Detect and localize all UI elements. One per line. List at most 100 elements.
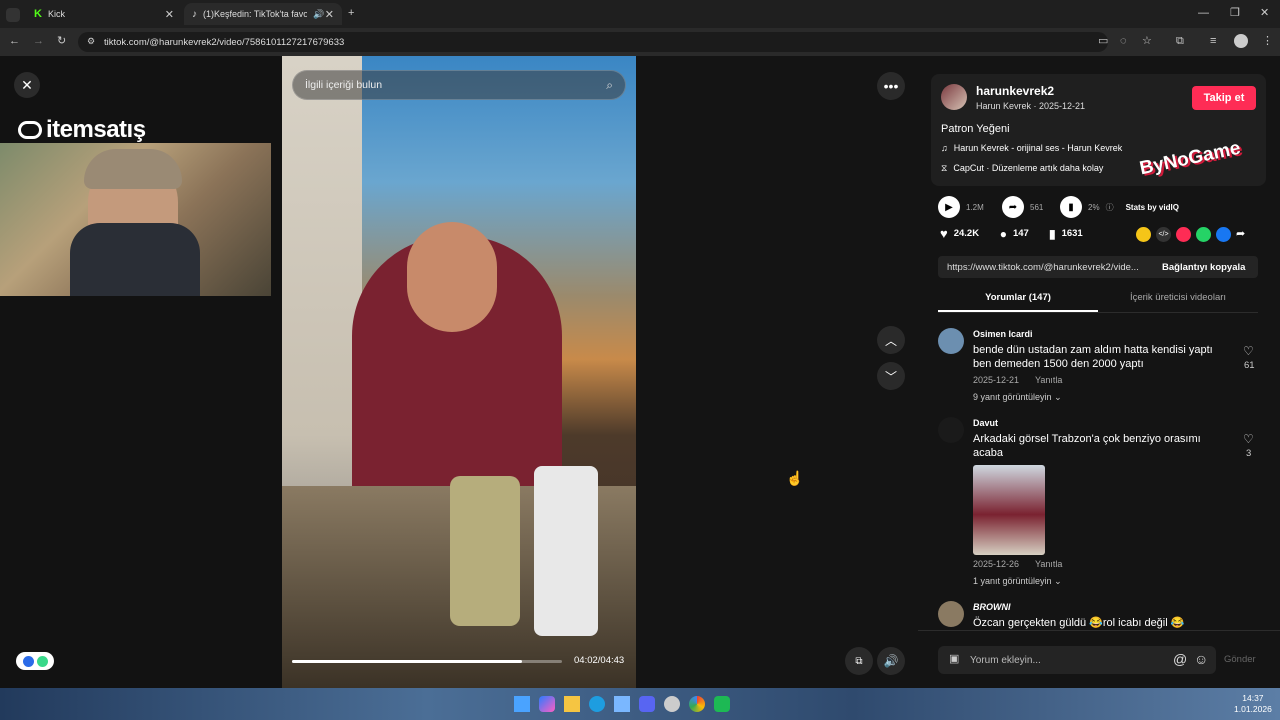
emoji-icon[interactable]: ☺ <box>1194 652 1208 666</box>
reply-button[interactable]: Yanıtla <box>1035 375 1062 385</box>
vidiq-rate: 2% <box>1088 202 1100 212</box>
eye-off-icon[interactable]: ◌ <box>1120 36 1127 47</box>
send-comment-button[interactable]: Gönder <box>1224 654 1256 665</box>
forward-icon[interactable]: → <box>33 36 44 47</box>
capcut-link[interactable]: ⧖ CapCut · Düzenleme artık daha kolay <box>941 163 1103 174</box>
stats-icon[interactable]: ▮ <box>1060 196 1082 218</box>
embed-icon[interactable]: </> <box>1156 227 1171 242</box>
music-link[interactable]: ♫ Harun Kevrek - orijinal ses - Harun Ke… <box>941 143 1122 153</box>
tab-search-icon[interactable] <box>6 8 20 22</box>
search-icon[interactable]: ⌕ <box>606 79 613 91</box>
forward-share-icon[interactable]: ➦ <box>1236 227 1245 242</box>
tab-comments[interactable]: Yorumlar (147) <box>938 292 1098 303</box>
heart-icon[interactable]: ♥ <box>940 226 948 241</box>
speaker-icon[interactable]: 🔊 <box>313 9 324 20</box>
minimize-icon[interactable]: — <box>1198 8 1209 19</box>
tiktok-icon: ♪ <box>192 8 197 20</box>
close-icon[interactable]: ✕ <box>325 8 334 21</box>
cursor-icon: ☝ <box>786 470 804 486</box>
chrome-icon[interactable] <box>689 696 705 712</box>
avatar[interactable] <box>938 328 964 354</box>
store-icon[interactable] <box>614 696 630 712</box>
restore-icon[interactable]: ❐ <box>1230 8 1240 19</box>
cast-icon[interactable]: ▭ <box>1098 36 1108 47</box>
taskbar: 14:37 1.01.2026 <box>0 688 1280 720</box>
share-icon[interactable]: ➦ <box>1002 196 1024 218</box>
url-field[interactable]: ⚙ tiktok.com/@harunkevrek2/video/7586101… <box>78 32 1108 52</box>
media-icon[interactable]: ≡ <box>1210 36 1216 47</box>
brand-logo: itemsatış <box>18 116 146 144</box>
extension-badge[interactable] <box>16 652 54 670</box>
volume-icon[interactable]: 🔊 <box>877 647 905 675</box>
comment-icon[interactable]: ● <box>1000 227 1007 241</box>
comment-line: acaba <box>973 447 1003 459</box>
avatar[interactable] <box>938 601 964 627</box>
video-player[interactable]: İlgili içeriği bulun ⌕ 04:02/04:43 <box>282 56 636 688</box>
coin-icon[interactable] <box>1136 227 1151 242</box>
comment-user[interactable]: BROWNI <box>973 602 1011 612</box>
comment-like-icon[interactable]: ♡ <box>1243 344 1254 358</box>
avatar[interactable] <box>941 84 967 110</box>
send-icon[interactable] <box>1176 227 1191 242</box>
left-column: ✕ itemsatış <box>0 56 282 688</box>
chevron-down-icon[interactable]: ﹀ <box>877 362 905 390</box>
chevron-up-icon[interactable]: ︿ <box>877 326 905 354</box>
thermos <box>450 476 520 626</box>
sticker-icon[interactable]: ▣ <box>949 654 959 665</box>
window-close-icon[interactable]: ✕ <box>1260 8 1269 19</box>
windows-start-icon[interactable] <box>514 696 530 712</box>
clock[interactable]: 14:37 1.01.2026 <box>1234 693 1272 715</box>
video-nav-area: ••• ︿ ﹀ ☝ ⧉ 🔊 <box>636 56 918 688</box>
comment-user[interactable]: Davut <box>973 418 998 428</box>
comment-image[interactable] <box>973 465 1045 555</box>
url-text: tiktok.com/@harunkevrek2/video/758610112… <box>104 36 345 48</box>
clock-time: 14:37 <box>1242 693 1264 703</box>
edge-icon[interactable] <box>589 696 605 712</box>
avatar[interactable] <box>938 417 964 443</box>
view-replies[interactable]: 1 yanıt görüntüleyin ⌄ <box>973 576 1062 587</box>
author-username[interactable]: harunkevrek2 <box>976 84 1054 98</box>
close-icon[interactable]: ✕ <box>14 72 40 98</box>
profile-avatar[interactable] <box>1234 34 1248 48</box>
whatsapp-icon[interactable] <box>1196 227 1211 242</box>
comment-user[interactable]: Osimen Icardi <box>973 329 1033 339</box>
menu-icon[interactable]: ⋮ <box>1262 36 1273 47</box>
comment-input[interactable]: ▣ Yorum ekleyin... @ ☺ <box>938 646 1216 674</box>
explorer-icon[interactable] <box>564 696 580 712</box>
progress-bar[interactable] <box>292 660 562 663</box>
man-figure <box>352 222 562 516</box>
tab-creator-videos[interactable]: İçerik üreticisi videoları <box>1098 292 1258 303</box>
more-icon[interactable]: ••• <box>877 72 905 100</box>
comment-like-icon[interactable]: ♡ <box>1243 432 1254 446</box>
mention-icon[interactable]: @ <box>1173 652 1187 666</box>
bookmark-icon[interactable]: ▮ <box>1049 227 1056 241</box>
info-icon[interactable]: ⓘ <box>1106 202 1114 213</box>
reload-icon[interactable]: ↻ <box>57 36 66 47</box>
site-info-icon[interactable]: ⚙ <box>87 37 95 46</box>
comment-text: Arkadaki görsel Trabzon'a çok benziyo or… <box>973 432 1201 460</box>
tab-kick[interactable]: K Kick ✕ <box>26 3 182 25</box>
media-app-icon[interactable] <box>714 696 730 712</box>
likes-count: 24.2K <box>953 228 980 239</box>
view-replies-label: 1 yanıt görüntüleyin <box>973 576 1052 586</box>
tab-tiktok[interactable]: ♪ (1)Keşfedin: TikTok'ta favori 🔊 ✕ <box>184 3 342 25</box>
view-replies[interactable]: 9 yanıt görüntüleyin ⌄ <box>973 392 1062 403</box>
back-icon[interactable]: ← <box>9 36 20 47</box>
app-icon[interactable] <box>664 696 680 712</box>
search-input[interactable]: İlgili içeriği bulun ⌕ <box>292 70 626 100</box>
discord-icon[interactable] <box>639 696 655 712</box>
follow-button[interactable]: Takip et <box>1192 86 1256 110</box>
pip-icon[interactable]: ⧉ <box>845 647 873 675</box>
taskbar-apps <box>514 696 730 712</box>
extensions-icon[interactable]: ⧉ <box>1176 36 1184 47</box>
copy-link-button[interactable]: Bağlantıyı kopyala <box>1152 262 1245 273</box>
facebook-icon[interactable] <box>1216 227 1231 242</box>
link-url[interactable]: https://www.tiktok.com/@harunkevrek2/vid… <box>938 262 1152 273</box>
close-icon[interactable]: ✕ <box>165 8 174 21</box>
new-tab-icon[interactable]: + <box>348 8 354 19</box>
bookmark-star-icon[interactable]: ☆ <box>1142 36 1152 47</box>
play-icon[interactable]: ▶ <box>938 196 960 218</box>
itemsatis-logo-icon <box>18 121 42 139</box>
copilot-icon[interactable] <box>539 696 555 712</box>
reply-button[interactable]: Yanıtla <box>1035 559 1062 569</box>
